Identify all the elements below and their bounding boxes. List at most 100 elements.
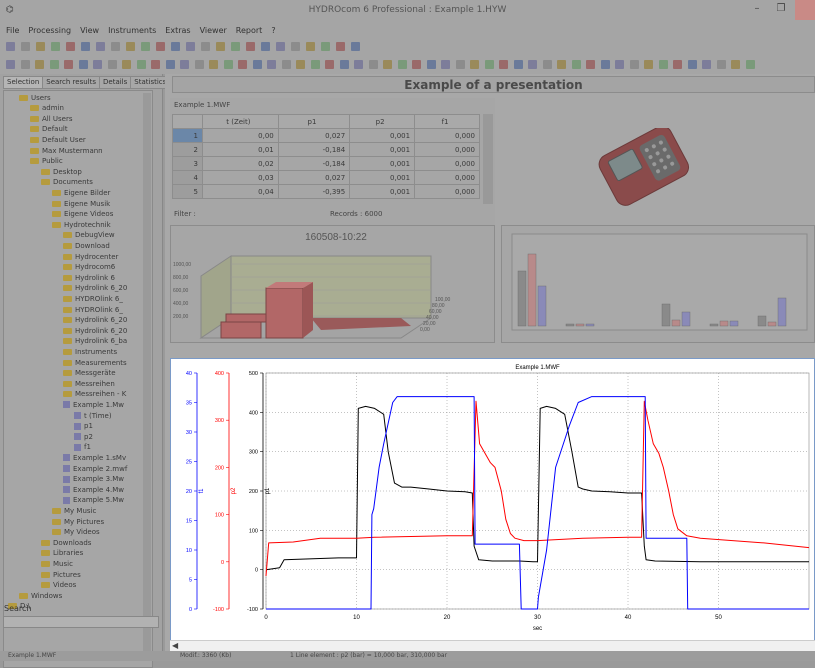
tree-item[interactable]: t (Time): [74, 411, 112, 420]
print-icon[interactable]: [745, 60, 755, 69]
open-icon[interactable]: [716, 60, 726, 69]
tree-item[interactable]: Hydrotechnik: [52, 220, 111, 229]
new-icon[interactable]: [276, 42, 285, 51]
tree-item[interactable]: Eigene Videos: [52, 210, 113, 219]
tree-item[interactable]: Documents: [41, 178, 93, 187]
tree-item[interactable]: Hydrocom6: [63, 263, 115, 272]
open-icon[interactable]: [455, 60, 465, 69]
close-button[interactable]: [795, 0, 815, 20]
tree-item[interactable]: Max Mustermann: [30, 146, 103, 155]
menu-instruments[interactable]: Instruments: [108, 26, 156, 35]
open-icon[interactable]: [201, 42, 210, 51]
save-icon[interactable]: [35, 60, 44, 69]
save-icon[interactable]: [122, 60, 131, 69]
new-icon[interactable]: [6, 42, 15, 51]
chart-window[interactable]: Example 1.MWF 0 10 20 30 40 50 sec 0 5 10 15 20 25 30 3…: [170, 358, 815, 652]
copy-icon[interactable]: [156, 42, 165, 51]
print-icon[interactable]: [49, 60, 59, 69]
save-icon[interactable]: [731, 60, 740, 69]
line-chart[interactable]: Example 1.MWF 0 10 20 30 40 50 sec 0 5 10 15 20 25 30 3…: [171, 359, 815, 641]
chart-icon[interactable]: [351, 42, 360, 51]
chart-icon[interactable]: [78, 60, 88, 69]
copy-icon[interactable]: [246, 42, 255, 51]
tree-item[interactable]: Hydrolink 6_ba: [63, 337, 127, 346]
tree-item[interactable]: My Music: [52, 506, 96, 515]
tree-item[interactable]: Measurements: [63, 358, 127, 367]
tree-item[interactable]: DebugView: [63, 231, 115, 240]
print-icon[interactable]: [231, 42, 240, 51]
file-tree[interactable]: Users admin All Users Default Default User Ma…: [3, 90, 153, 668]
print-icon[interactable]: [141, 42, 150, 51]
tree-item[interactable]: Messreihen - K: [63, 390, 126, 399]
copy-icon[interactable]: [238, 60, 247, 69]
tree-item[interactable]: All Users: [30, 114, 73, 123]
print-icon[interactable]: [51, 42, 60, 51]
save-icon[interactable]: [383, 60, 392, 69]
new-icon[interactable]: [186, 42, 195, 51]
menu-help[interactable]: ?: [271, 26, 275, 35]
print-icon[interactable]: [136, 60, 146, 69]
new-icon[interactable]: [615, 60, 624, 69]
tree-item[interactable]: Example 1.sMv: [63, 453, 126, 462]
copy-icon[interactable]: [325, 60, 334, 69]
save-icon[interactable]: [306, 42, 315, 51]
chart-icon[interactable]: [600, 60, 610, 69]
chart-icon[interactable]: [252, 60, 262, 69]
save-icon[interactable]: [296, 60, 305, 69]
minimize-button[interactable]: –: [745, 0, 769, 20]
tree-item[interactable]: Hydrolink 6_20: [63, 326, 127, 335]
tree-item[interactable]: HYDROlink 6_: [63, 305, 123, 314]
new-icon[interactable]: [267, 60, 276, 69]
tab-selection[interactable]: Selection: [3, 76, 44, 89]
tree-item[interactable]: Hydrolink 6_20: [63, 316, 127, 325]
table-row[interactable]: 5 0,04 -0,395 0,001 0,000: [172, 184, 480, 199]
print-icon[interactable]: [321, 42, 330, 51]
tree-item[interactable]: Users: [19, 93, 51, 102]
chart-icon[interactable]: [339, 60, 349, 69]
table-row[interactable]: 4 0,03 0,027 0,001 0,000: [172, 170, 480, 185]
tree-item[interactable]: Eigene Bilder: [52, 188, 110, 197]
print-icon[interactable]: [397, 60, 407, 69]
tree-item[interactable]: Instruments: [63, 347, 117, 356]
tree-item[interactable]: Hydrolink 6: [63, 273, 115, 282]
table-row[interactable]: 2 0,01 -0,184 0,001 0,000: [172, 142, 480, 157]
menu-view[interactable]: View: [80, 26, 99, 35]
menu-file[interactable]: File: [6, 26, 19, 35]
copy-icon[interactable]: [66, 42, 75, 51]
tree-item[interactable]: Download: [63, 241, 110, 250]
copy-icon[interactable]: [151, 60, 160, 69]
tree-item[interactable]: My Videos: [52, 528, 100, 537]
open-icon[interactable]: [21, 42, 30, 51]
new-icon[interactable]: [528, 60, 537, 69]
tree-item[interactable]: p2: [74, 432, 93, 441]
new-icon[interactable]: [6, 60, 15, 69]
data-table[interactable]: t (Zeit) p1 p2 f1 1 0,00 0,027 0,001 0,0…: [172, 114, 480, 199]
tree-item[interactable]: admin: [30, 104, 64, 113]
scroll-left-icon[interactable]: ◀: [172, 641, 178, 650]
open-icon[interactable]: [281, 60, 291, 69]
tree-scrollbar[interactable]: [143, 93, 151, 653]
chart-icon[interactable]: [687, 60, 697, 69]
copy-icon[interactable]: [336, 42, 345, 51]
copy-icon[interactable]: [64, 60, 73, 69]
table-row[interactable]: 1 0,00 0,027 0,001 0,000: [172, 128, 480, 143]
menu-processing[interactable]: Processing: [28, 26, 71, 35]
open-icon[interactable]: [629, 60, 639, 69]
tree-item[interactable]: Example 1.Mw: [63, 400, 124, 409]
menu-report[interactable]: Report: [236, 26, 263, 35]
restore-button[interactable]: ❐: [769, 0, 793, 20]
chart-icon[interactable]: [165, 60, 175, 69]
tree-item[interactable]: My Pictures: [52, 517, 104, 526]
table-scrollbar[interactable]: [483, 114, 493, 204]
table-row[interactable]: 3 0,02 -0,184 0,001 0,000: [172, 156, 480, 171]
tree-item[interactable]: Libraries: [41, 549, 83, 558]
print-icon[interactable]: [223, 60, 233, 69]
save-icon[interactable]: [216, 42, 225, 51]
copy-icon[interactable]: [499, 60, 508, 69]
tree-item[interactable]: Example 2.mwf: [63, 464, 127, 473]
copy-icon[interactable]: [673, 60, 682, 69]
tree-item[interactable]: Messreihen: [63, 379, 115, 388]
save-icon[interactable]: [557, 60, 566, 69]
tree-item[interactable]: HYDROlink 6_: [63, 294, 123, 303]
open-icon[interactable]: [107, 60, 117, 69]
